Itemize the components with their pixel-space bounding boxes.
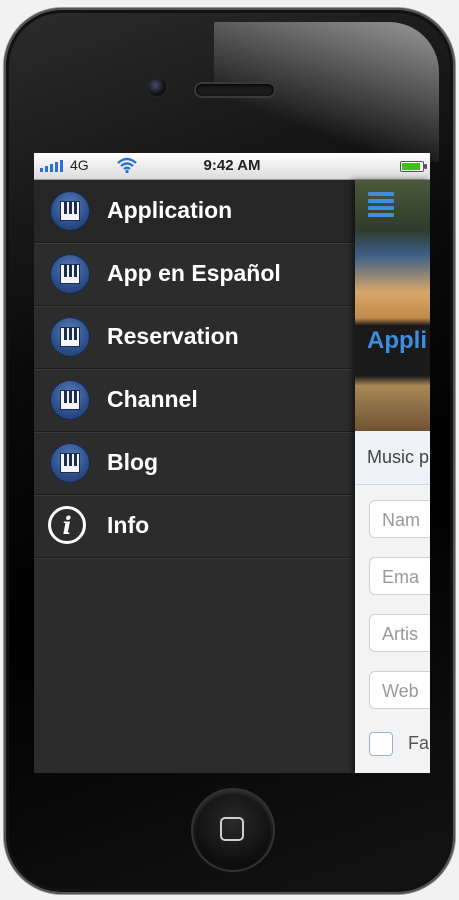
piano-icon	[51, 381, 89, 419]
menu-item-label: Info	[107, 512, 150, 538]
menu-item-label: Channel	[107, 386, 198, 412]
device-screen: 4G 9:42 AM Application App en Español Re…	[34, 153, 430, 773]
menu-item-label: Reservation	[107, 323, 239, 349]
menu-item-app-en-espanol[interactable]: App en Español	[34, 243, 355, 306]
piano-icon	[51, 444, 89, 482]
subtitle-text: Music p	[367, 447, 430, 467]
page-title: Appli	[367, 327, 427, 354]
info-icon: i	[48, 506, 86, 544]
artist-field[interactable]: Artis	[369, 614, 430, 652]
email-field[interactable]: Ema	[369, 557, 430, 595]
earpiece-speaker	[196, 84, 274, 96]
website-field[interactable]: Web	[369, 671, 430, 709]
front-camera	[148, 78, 166, 96]
piano-icon	[51, 192, 89, 230]
checkbox[interactable]	[369, 732, 393, 756]
piano-icon	[51, 318, 89, 356]
status-time: 9:42 AM	[203, 157, 261, 174]
battery-level	[402, 163, 420, 170]
menu-item-info[interactable]: i Info	[34, 495, 355, 558]
checkbox-label: Fa	[408, 733, 430, 753]
hero-image: Appli	[355, 180, 430, 431]
home-button[interactable]	[193, 790, 273, 870]
side-menu: Application App en Español Reservation C…	[34, 180, 355, 773]
menu-item-blog[interactable]: Blog	[34, 432, 355, 495]
app-content-panel[interactable]: Appli Music p Nam Ema Artis Web Fa	[355, 180, 430, 773]
home-square-icon	[220, 817, 244, 841]
menu-item-application[interactable]: Application	[34, 180, 355, 243]
status-bar: 4G 9:42 AM	[34, 153, 430, 180]
piano-icon	[51, 255, 89, 293]
menu-item-label: Blog	[107, 449, 159, 475]
name-field[interactable]: Nam	[369, 500, 430, 538]
menu-item-reservation[interactable]: Reservation	[34, 306, 355, 369]
hamburger-icon[interactable]	[368, 192, 394, 218]
battery-icon	[400, 161, 427, 172]
menu-item-channel[interactable]: Channel	[34, 369, 355, 432]
menu-item-label: Application	[107, 197, 233, 223]
subtitle-bar: Music p	[355, 431, 430, 485]
menu-item-label: App en Español	[107, 260, 281, 286]
